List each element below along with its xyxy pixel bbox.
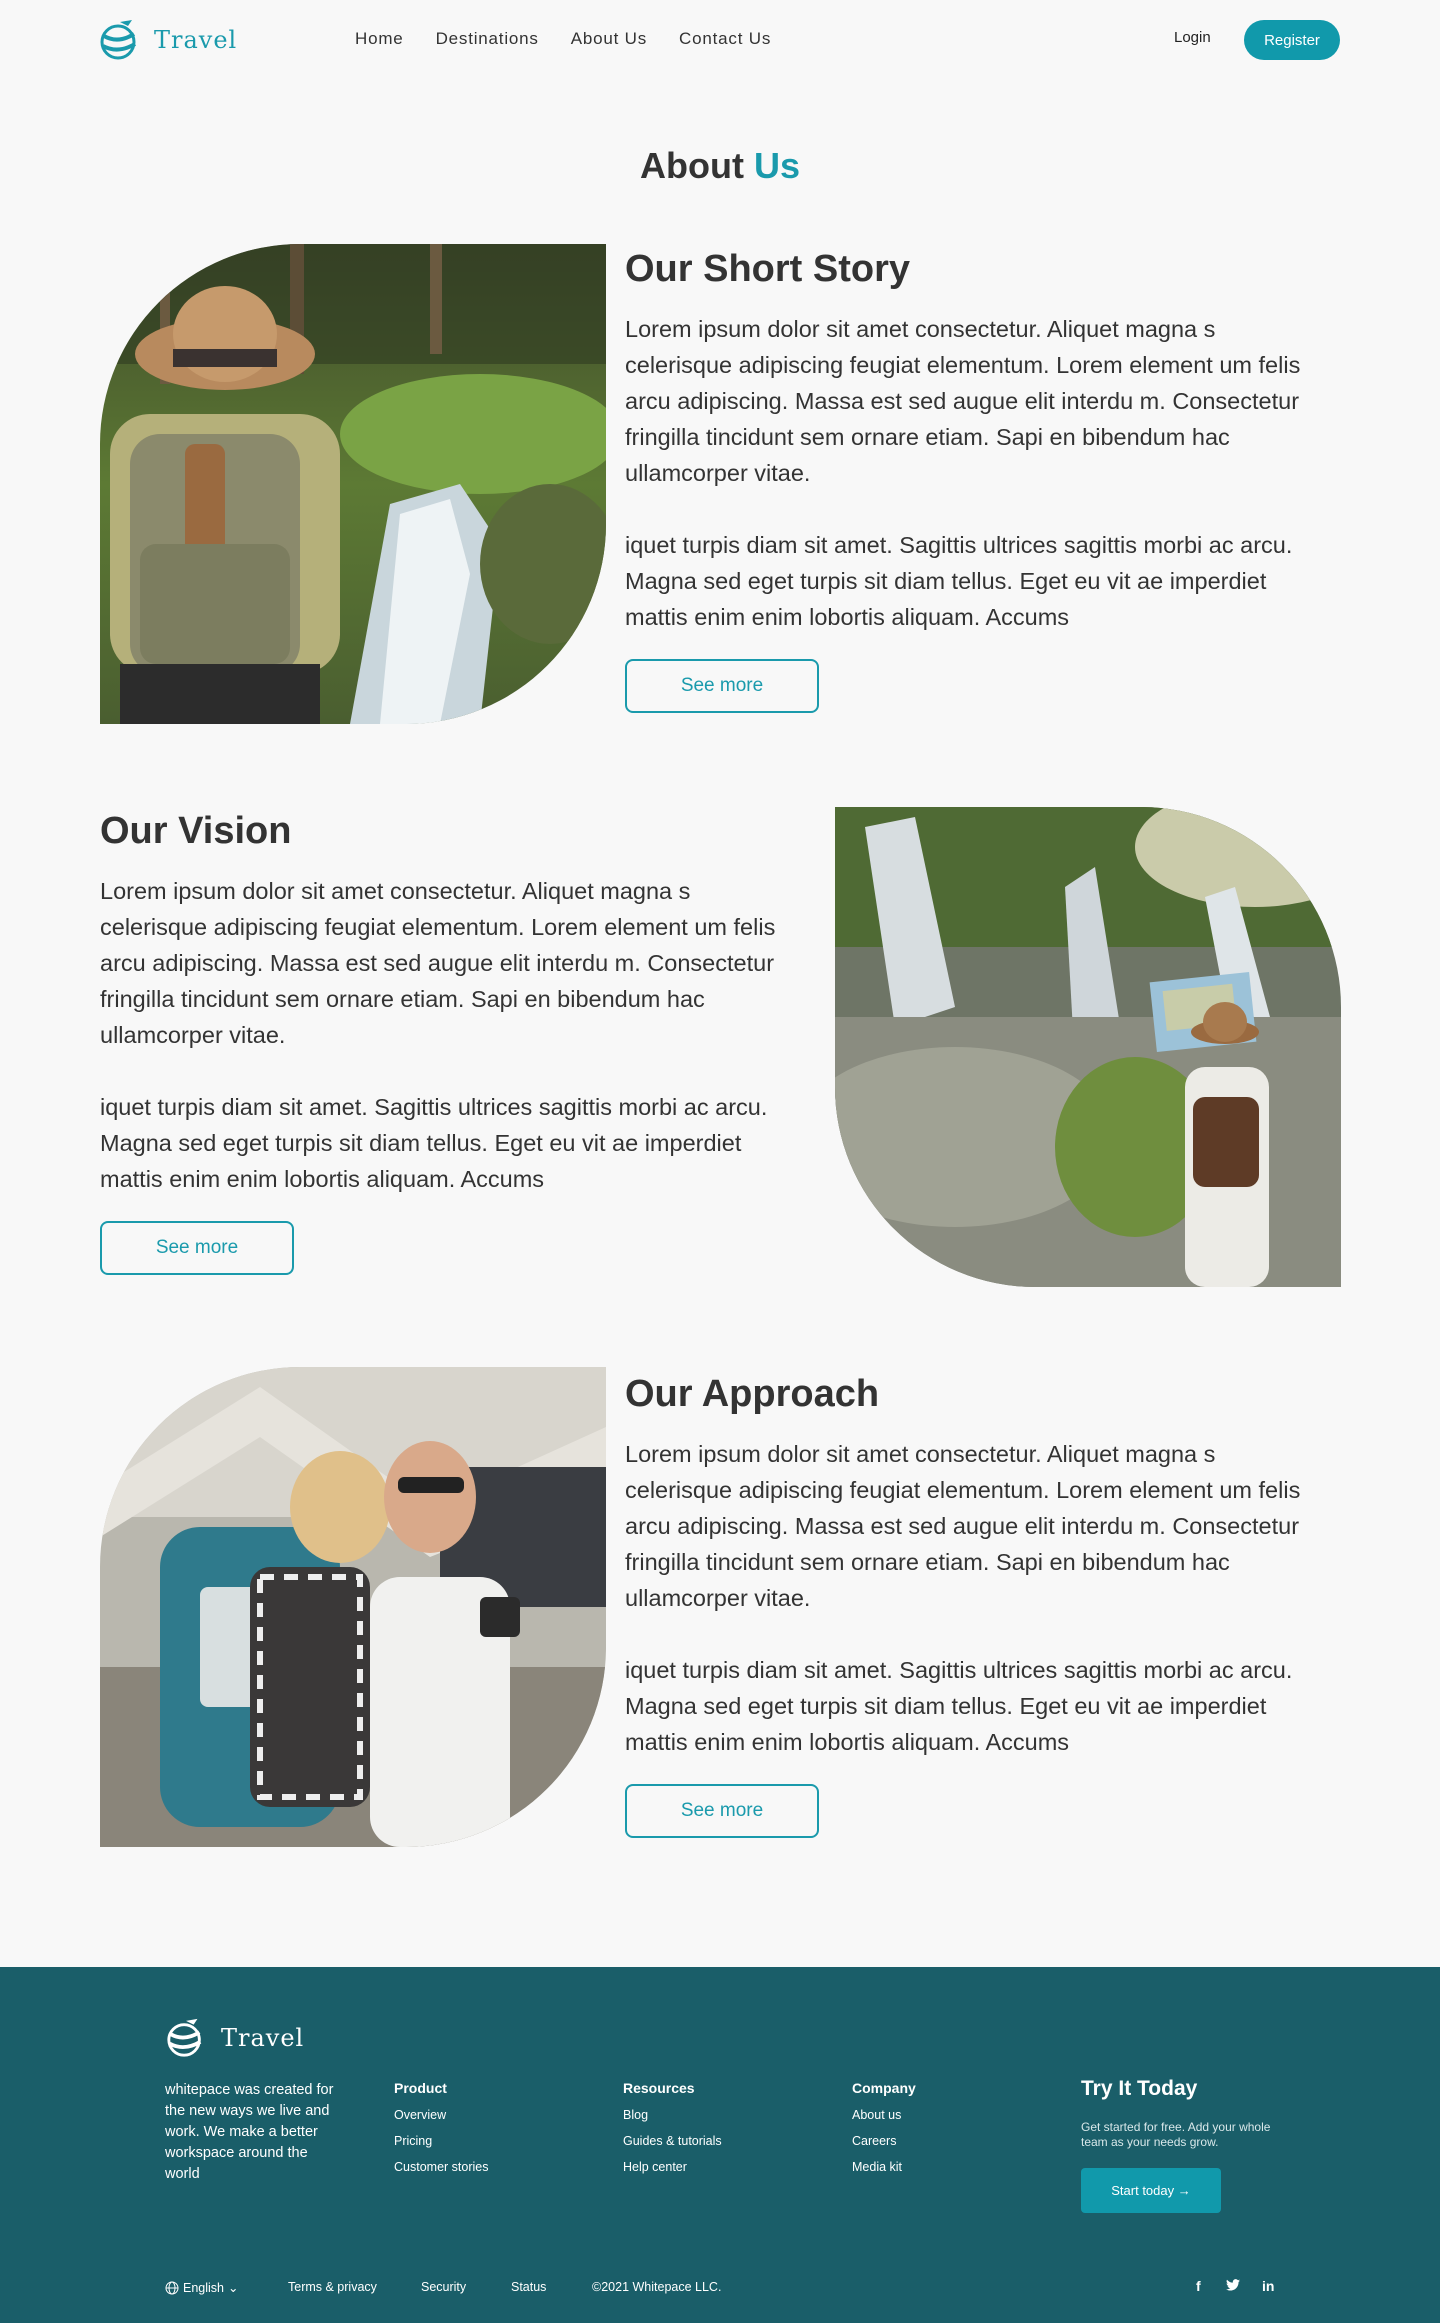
language-selector[interactable]: English ⌄ (165, 2280, 238, 2295)
chevron-down-icon: ⌄ (228, 2281, 239, 2295)
linkedin-icon[interactable]: in (1262, 2278, 1274, 2294)
nav-link-destinations[interactable]: Destinations (436, 29, 539, 49)
security-link[interactable]: Security (421, 2280, 466, 2294)
copyright-text: ©2021 Whitepace LLC. (592, 2280, 722, 2294)
section-paragraph: Lorem ipsum dolor sit amet consectetur. … (100, 878, 776, 1048)
footer-brand-logo[interactable]: Travel (165, 2015, 304, 2061)
page-title: About Us (0, 145, 1440, 187)
footer-column-title: Resources (623, 2080, 695, 2096)
brand-logo[interactable]: Travel (98, 16, 237, 64)
login-link[interactable]: Login (1174, 29, 1211, 46)
footer-column-title: Company (852, 2080, 916, 2096)
vision-photo (835, 807, 1341, 1287)
twitter-icon[interactable] (1226, 2278, 1240, 2294)
globe-logo-icon (167, 2018, 202, 2057)
nav-links: Home Destinations About Us Contact Us (355, 29, 771, 49)
section-title: Our Vision (100, 810, 292, 852)
footer-about-text: whitepace was created for the new ways w… (165, 2082, 334, 2182)
brand-name: Travel (154, 26, 238, 54)
footer-link-customer-stories[interactable]: Customer stories (394, 2160, 488, 2174)
arrow-right-icon: → (1177, 2183, 1191, 2198)
top-navigation: Travel Home Destinations About Us Contac… (0, 0, 1440, 80)
vision-section: Our Vision Lorem ipsum dolor sit amet co… (100, 810, 800, 1275)
footer-link-about-us[interactable]: About us (852, 2108, 916, 2122)
footer-link-careers[interactable]: Careers (852, 2134, 916, 2148)
see-more-button[interactable]: See more (100, 1221, 294, 1275)
story-section: Our Short Story Lorem ipsum dolor sit am… (625, 248, 1325, 713)
approach-photo (100, 1367, 606, 1847)
register-button[interactable]: Register (1244, 20, 1340, 60)
footer-column-title: Product (394, 2080, 447, 2096)
footer-company-column: Company About us Careers Media kit (852, 2080, 916, 2186)
footer-link-blog[interactable]: Blog (623, 2108, 722, 2122)
try-it-today-title: Try It Today (1081, 2077, 1198, 2100)
section-paragraph: iquet turpis diam sit amet. Sagittis ult… (625, 1657, 1293, 1755)
page-title-main: About (639, 145, 744, 186)
footer-brand-name: Travel (221, 2024, 305, 2052)
footer-product-column: Product Overview Pricing Customer storie… (394, 2080, 488, 2186)
facebook-icon[interactable]: f (1196, 2278, 1201, 2294)
section-title: Our Short Story (625, 248, 911, 290)
start-today-label: Start today (1111, 2183, 1175, 2198)
language-label: English (183, 2280, 224, 2295)
footer-link-pricing[interactable]: Pricing (394, 2134, 488, 2148)
section-paragraph: Lorem ipsum dolor sit amet consectetur. … (625, 1441, 1301, 1611)
footer-resources-column: Resources Blog Guides & tutorials Help c… (623, 2080, 722, 2186)
story-photo (100, 244, 606, 724)
footer-link-help-center[interactable]: Help center (623, 2160, 722, 2174)
section-paragraph: iquet turpis diam sit amet. Sagittis ult… (100, 1094, 768, 1192)
nav-link-about-us[interactable]: About Us (571, 29, 647, 49)
footer-link-guides[interactable]: Guides & tutorials (623, 2134, 722, 2148)
status-link[interactable]: Status (511, 2280, 546, 2294)
footer: Travel whitepace was created for the new… (0, 1967, 1440, 2323)
footer-link-overview[interactable]: Overview (394, 2108, 488, 2122)
start-today-button[interactable]: Start today → (1081, 2168, 1221, 2213)
page-title-accent: Us (753, 145, 800, 186)
globe-icon (165, 2281, 179, 2294)
section-paragraph: Lorem ipsum dolor sit amet consectetur. … (625, 316, 1301, 486)
try-it-today-subtitle: Get started for free. Add your whole tea… (1081, 2120, 1271, 2149)
footer-link-media-kit[interactable]: Media kit (852, 2160, 916, 2174)
terms-privacy-link[interactable]: Terms & privacy (288, 2280, 377, 2294)
globe-logo-icon (100, 20, 137, 60)
nav-link-contact-us[interactable]: Contact Us (679, 29, 771, 49)
section-paragraph: iquet turpis diam sit amet. Sagittis ult… (625, 532, 1293, 630)
nav-link-home[interactable]: Home (355, 29, 404, 49)
see-more-button[interactable]: See more (625, 1784, 819, 1838)
see-more-button[interactable]: See more (625, 659, 819, 713)
approach-section: Our Approach Lorem ipsum dolor sit amet … (625, 1373, 1325, 1838)
section-title: Our Approach (625, 1373, 880, 1415)
